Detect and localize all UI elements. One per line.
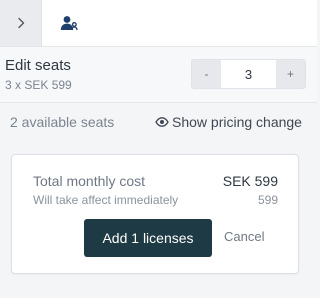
show-pricing-change-label: Show pricing change: [172, 114, 302, 130]
decrement-button[interactable]: -: [192, 60, 221, 88]
show-pricing-change-link[interactable]: Show pricing change: [155, 114, 302, 130]
quantity-input[interactable]: 3: [221, 60, 276, 88]
users-tab[interactable]: [56, 10, 84, 36]
eye-icon: [155, 117, 169, 127]
total-cost-value: SEK 599: [222, 173, 278, 189]
add-licenses-button[interactable]: Add 1 licenses: [84, 219, 212, 257]
chevron-right-icon: [17, 17, 24, 29]
total-cost-label: Total monthly cost: [33, 173, 146, 189]
available-seats-text: 2 available seats: [10, 114, 115, 130]
effect-note: Will take affect immediately: [33, 193, 179, 207]
edit-seats-title: Edit seats: [5, 57, 71, 74]
increment-button[interactable]: +: [276, 60, 305, 88]
cancel-button[interactable]: Cancel: [224, 229, 264, 244]
seat-quantity-stepper: - 3 +: [191, 59, 306, 89]
edit-seats-row: Edit seats 3 x SEK 599 - 3 +: [0, 47, 317, 103]
panel-bottom-edge: [0, 284, 317, 298]
seat-price-summary: 3 x SEK 599: [5, 78, 72, 92]
expand-panel-button[interactable]: [0, 0, 42, 46]
user-group-icon: [60, 16, 78, 31]
effect-note-value: 599: [257, 193, 278, 207]
panel-header: [0, 0, 317, 47]
seat-editor-panel: Edit seats 3 x SEK 599 - 3 + 2 available…: [0, 0, 317, 298]
cost-summary-card: Total monthly cost SEK 599 Will take aff…: [11, 154, 299, 274]
